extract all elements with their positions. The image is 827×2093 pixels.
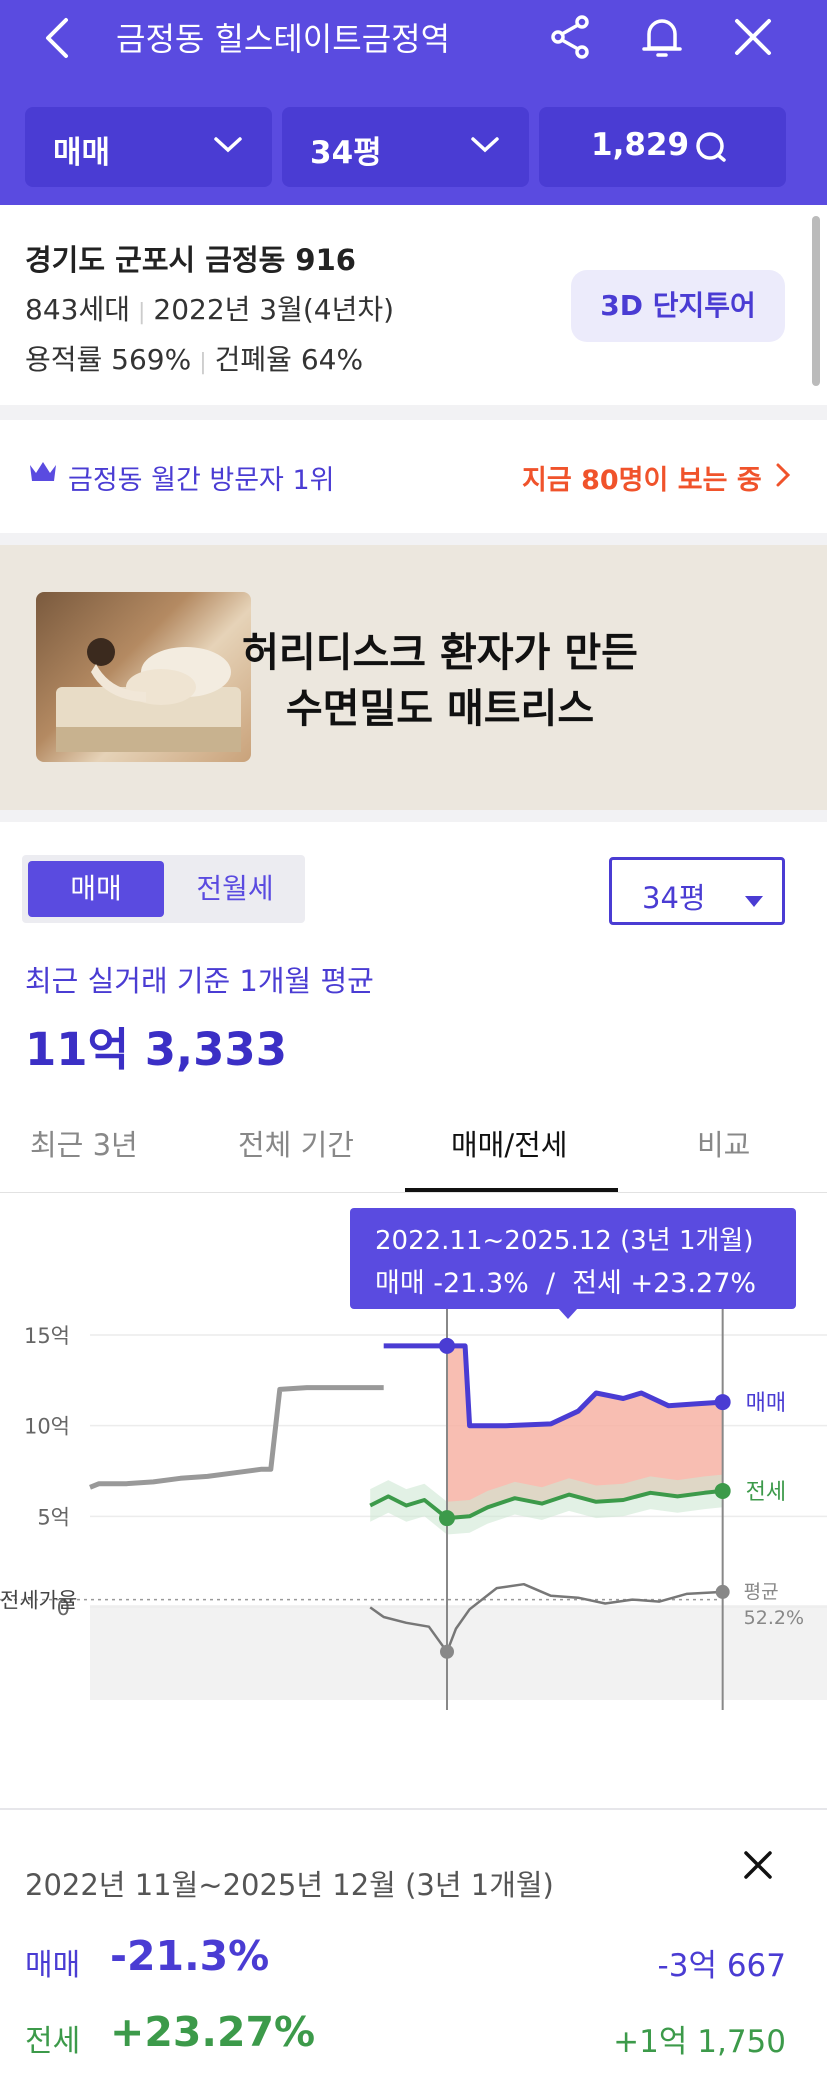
building-stats-row-1: 843세대 | 2022년 3월(4년차) <box>25 293 395 326</box>
chevron-down-icon <box>213 135 243 155</box>
summary-rent-amount: +1억 1,750 <box>613 2024 786 2060</box>
area-select[interactable]: 34평 <box>609 857 785 925</box>
summary-sale-pct: -21.3% <box>110 1932 270 1980</box>
building-coverage: 건폐율 64% <box>214 343 364 376</box>
summary-sale-label: 매매 <box>25 1948 81 1983</box>
bell-icon[interactable] <box>637 12 687 66</box>
scrollbar[interactable] <box>812 216 820 386</box>
address: 경기도 군포시 금정동 916 <box>25 243 356 277</box>
chart-tooltip: 2022.11~2025.12 (3년 1개월) 매매 -21.3% / 전세 … <box>350 1208 796 1319</box>
building-stats-row-2: 용적률 569% | 건폐율 64% <box>25 343 364 376</box>
ad-headline-1: 허리디스크 환자가 만든 <box>242 630 638 676</box>
area-select-label: 34평 <box>642 881 706 915</box>
crown-icon <box>28 459 58 489</box>
chevron-right-icon <box>774 462 792 492</box>
summary-sale-amount: -3억 667 <box>657 1948 786 1984</box>
avg-price-label: 최근 실거래 기준 1개월 평균 <box>25 964 374 998</box>
avg-price-value: 11억 3,333 <box>25 1023 288 1076</box>
ratio-series-value: 52.2% <box>744 1607 804 1629</box>
close-icon[interactable] <box>733 17 773 61</box>
ratio-series-label: 평균 <box>744 1581 779 1603</box>
close-icon[interactable] <box>740 1847 776 1887</box>
3d-tour-button[interactable]: 3D 단지투어 <box>571 270 785 342</box>
ratio-axis-label: 전세가율 <box>0 1589 77 1613</box>
trade-type-label: 매매 <box>53 135 111 171</box>
triangle-down-icon <box>744 882 764 916</box>
sale-series-label: 매매 <box>746 1391 786 1416</box>
ratio-end-point <box>715 1584 730 1599</box>
tooltip-arrow <box>558 1308 578 1319</box>
summary-rent-label: 전세 <box>25 2024 81 2059</box>
ratio-start-point <box>440 1644 454 1659</box>
viewing-now[interactable]: 지금 80명이 보는 중 <box>522 458 762 497</box>
rent-series-label: 전세 <box>746 1480 786 1505</box>
households: 843세대 <box>25 293 130 326</box>
summary-divider <box>0 1808 827 1810</box>
segment-rent[interactable]: 전월세 <box>170 861 300 917</box>
chevron-down-icon <box>470 135 500 155</box>
comment-icon <box>693 129 729 173</box>
tooltip-range: 2022.11~2025.12 (3년 1개월) <box>375 1226 754 1256</box>
rent-start-point <box>439 1510 455 1527</box>
sale-history-line <box>89 1385 384 1490</box>
floor-area-ratio: 용적률 569% <box>25 343 192 376</box>
tab-recent-3y[interactable]: 최근 3년 <box>30 1122 138 1164</box>
share-icon[interactable] <box>548 14 594 64</box>
summary-range: 2022년 11월~2025년 12월 (3년 1개월) <box>25 1868 554 1902</box>
sale-end-point <box>714 1394 731 1411</box>
ad-headline-2: 수면밀도 매트리스 <box>285 686 595 732</box>
tab-all-period[interactable]: 전체 기간 <box>238 1122 354 1164</box>
trade-type-dropdown[interactable]: 매매 <box>25 107 272 187</box>
completion-date: 2022년 3월(4년차) <box>153 293 395 326</box>
segment-sale[interactable]: 매매 <box>28 861 164 917</box>
page-title: 금정동 힐스테이트금정역 <box>116 20 451 58</box>
summary-rent-pct: +23.27% <box>110 2008 316 2056</box>
tab-active-indicator <box>405 1188 618 1192</box>
y-tick-label: 10억 <box>24 1415 70 1439</box>
area-dropdown[interactable]: 34평 <box>282 107 529 187</box>
y-tick-label: 5억 <box>37 1505 70 1529</box>
tab-sale-rent[interactable]: 매매/전세 <box>451 1122 568 1164</box>
y-tick-label: 15억 <box>24 1324 70 1348</box>
tab-compare[interactable]: 비교 <box>697 1122 750 1164</box>
visitor-rank: 금정동 월간 방문자 1위 <box>68 465 335 496</box>
area-label: 34평 <box>310 135 382 171</box>
ratio-panel-bg <box>90 1605 827 1700</box>
sale-start-point <box>439 1337 455 1354</box>
tooltip-changes: 매매 -21.3% / 전세 +23.27% <box>375 1268 757 1299</box>
comment-count: 1,829 <box>591 127 690 163</box>
back-icon[interactable] <box>38 16 78 68</box>
comments-button[interactable]: 1,829 <box>539 107 786 187</box>
tabs-divider <box>0 1192 827 1193</box>
rent-end-point <box>714 1482 731 1499</box>
